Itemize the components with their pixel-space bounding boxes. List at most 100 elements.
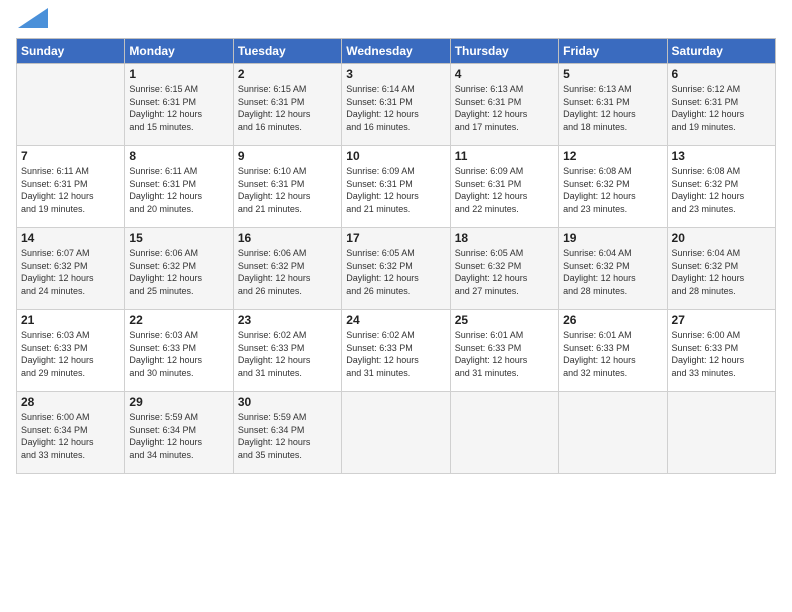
day-info: Sunrise: 6:09 AM Sunset: 6:31 PM Dayligh… — [346, 165, 445, 215]
day-number: 9 — [238, 149, 337, 163]
calendar-table: SundayMondayTuesdayWednesdayThursdayFrid… — [16, 38, 776, 474]
calendar-cell: 6Sunrise: 6:12 AM Sunset: 6:31 PM Daylig… — [667, 64, 775, 146]
calendar-cell: 10Sunrise: 6:09 AM Sunset: 6:31 PM Dayli… — [342, 146, 450, 228]
weekday-header-wednesday: Wednesday — [342, 39, 450, 64]
calendar-cell: 23 Sunrise: 6:02 AM Sunset: 6:33 PM Dayli… — [233, 310, 341, 392]
day-number: 2 — [238, 67, 337, 81]
calendar-cell: 12 Sunrise: 6:08 AM Sunset: 6:32 PM Dayli… — [559, 146, 667, 228]
calendar-cell: 29 Sunrise: 5:59 AM Sunset: 6:34 PM Dayli… — [125, 392, 233, 474]
day-info: Sunrise: 6:03 AM Sunset: 6:33 PM Dayligh… — [21, 329, 120, 379]
weekday-header-monday: Monday — [125, 39, 233, 64]
calendar-cell: 22 Sunrise: 6:03 AM Sunset: 6:33 PM Dayli… — [125, 310, 233, 392]
day-info: Sunrise: 6:15 AM Sunset: 6:31 PM Dayligh… — [238, 83, 337, 133]
week-row-4: 21 Sunrise: 6:03 AM Sunset: 6:33 PM Dayli… — [17, 310, 776, 392]
calendar-cell — [17, 64, 125, 146]
calendar-cell: 18 Sunrise: 6:05 AM Sunset: 6:32 PM Dayli… — [450, 228, 558, 310]
calendar-cell: 27 Sunrise: 6:00 AM Sunset: 6:33 PM Dayli… — [667, 310, 775, 392]
day-info: Sunrise: 6:08 AM Sunset: 6:32 PM Dayligh… — [563, 165, 662, 215]
day-number: 1 — [129, 67, 228, 81]
day-number: 13 — [672, 149, 771, 163]
day-number: 21 — [21, 313, 120, 327]
day-info: Sunrise: 6:15 AM Sunset: 6:31 PM Dayligh… — [129, 83, 228, 133]
day-info: Sunrise: 6:13 AM Sunset: 6:31 PM Dayligh… — [563, 83, 662, 133]
calendar-cell: 2 Sunrise: 6:15 AM Sunset: 6:31 PM Daylig… — [233, 64, 341, 146]
weekday-header-saturday: Saturday — [667, 39, 775, 64]
header-row: SundayMondayTuesdayWednesdayThursdayFrid… — [17, 39, 776, 64]
day-number: 3 — [346, 67, 445, 81]
calendar-cell: 21 Sunrise: 6:03 AM Sunset: 6:33 PM Dayli… — [17, 310, 125, 392]
day-number: 12 — [563, 149, 662, 163]
day-number: 7 — [21, 149, 120, 163]
day-number: 28 — [21, 395, 120, 409]
day-number: 6 — [672, 67, 771, 81]
day-info: Sunrise: 6:10 AM Sunset: 6:31 PM Dayligh… — [238, 165, 337, 215]
day-number: 24 — [346, 313, 445, 327]
day-number: 23 — [238, 313, 337, 327]
day-info: Sunrise: 6:02 AM Sunset: 6:33 PM Dayligh… — [238, 329, 337, 379]
day-info: Sunrise: 6:06 AM Sunset: 6:32 PM Dayligh… — [129, 247, 228, 297]
day-number: 11 — [455, 149, 554, 163]
day-info: Sunrise: 6:01 AM Sunset: 6:33 PM Dayligh… — [455, 329, 554, 379]
day-number: 30 — [238, 395, 337, 409]
logo-arrow-icon — [18, 8, 48, 28]
calendar-cell: 13Sunrise: 6:08 AM Sunset: 6:32 PM Dayli… — [667, 146, 775, 228]
day-number: 5 — [563, 67, 662, 81]
day-info: Sunrise: 6:02 AM Sunset: 6:33 PM Dayligh… — [346, 329, 445, 379]
weekday-header-sunday: Sunday — [17, 39, 125, 64]
day-info: Sunrise: 6:05 AM Sunset: 6:32 PM Dayligh… — [455, 247, 554, 297]
day-info: Sunrise: 6:05 AM Sunset: 6:32 PM Dayligh… — [346, 247, 445, 297]
day-number: 20 — [672, 231, 771, 245]
calendar-cell: 1 Sunrise: 6:15 AM Sunset: 6:31 PM Daylig… — [125, 64, 233, 146]
calendar-cell: 7Sunrise: 6:11 AM Sunset: 6:31 PM Daylig… — [17, 146, 125, 228]
day-info: Sunrise: 6:14 AM Sunset: 6:31 PM Dayligh… — [346, 83, 445, 133]
calendar-cell: 28 Sunrise: 6:00 AM Sunset: 6:34 PM Dayli… — [17, 392, 125, 474]
calendar-cell: 20Sunrise: 6:04 AM Sunset: 6:32 PM Dayli… — [667, 228, 775, 310]
weekday-header-tuesday: Tuesday — [233, 39, 341, 64]
day-number: 18 — [455, 231, 554, 245]
week-row-1: 1 Sunrise: 6:15 AM Sunset: 6:31 PM Daylig… — [17, 64, 776, 146]
day-info: Sunrise: 5:59 AM Sunset: 6:34 PM Dayligh… — [129, 411, 228, 461]
day-number: 29 — [129, 395, 228, 409]
day-number: 25 — [455, 313, 554, 327]
day-number: 22 — [129, 313, 228, 327]
calendar-cell: 5 Sunrise: 6:13 AM Sunset: 6:31 PM Daylig… — [559, 64, 667, 146]
calendar-cell — [342, 392, 450, 474]
day-info: Sunrise: 6:03 AM Sunset: 6:33 PM Dayligh… — [129, 329, 228, 379]
week-row-3: 14 Sunrise: 6:07 AM Sunset: 6:32 PM Dayli… — [17, 228, 776, 310]
day-number: 27 — [672, 313, 771, 327]
day-info: Sunrise: 6:09 AM Sunset: 6:31 PM Dayligh… — [455, 165, 554, 215]
weekday-header-thursday: Thursday — [450, 39, 558, 64]
calendar-cell: 15 Sunrise: 6:06 AM Sunset: 6:32 PM Dayli… — [125, 228, 233, 310]
day-number: 14 — [21, 231, 120, 245]
weekday-header-friday: Friday — [559, 39, 667, 64]
calendar-cell: 14 Sunrise: 6:07 AM Sunset: 6:32 PM Dayli… — [17, 228, 125, 310]
calendar-cell: 26 Sunrise: 6:01 AM Sunset: 6:33 PM Dayli… — [559, 310, 667, 392]
day-number: 26 — [563, 313, 662, 327]
week-row-5: 28 Sunrise: 6:00 AM Sunset: 6:34 PM Dayli… — [17, 392, 776, 474]
calendar-cell — [559, 392, 667, 474]
calendar-cell: 8 Sunrise: 6:11 AM Sunset: 6:31 PM Daylig… — [125, 146, 233, 228]
day-number: 8 — [129, 149, 228, 163]
calendar-cell: 3 Sunrise: 6:14 AM Sunset: 6:31 PM Daylig… — [342, 64, 450, 146]
day-number: 16 — [238, 231, 337, 245]
calendar-cell: 19Sunrise: 6:04 AM Sunset: 6:32 PM Dayli… — [559, 228, 667, 310]
day-info: Sunrise: 5:59 AM Sunset: 6:34 PM Dayligh… — [238, 411, 337, 461]
day-info: Sunrise: 6:00 AM Sunset: 6:34 PM Dayligh… — [21, 411, 120, 461]
day-number: 17 — [346, 231, 445, 245]
day-number: 15 — [129, 231, 228, 245]
calendar-cell — [450, 392, 558, 474]
calendar-cell: 16 Sunrise: 6:06 AM Sunset: 6:32 PM Dayli… — [233, 228, 341, 310]
day-info: Sunrise: 6:06 AM Sunset: 6:32 PM Dayligh… — [238, 247, 337, 297]
calendar-cell: 24 Sunrise: 6:02 AM Sunset: 6:33 PM Dayli… — [342, 310, 450, 392]
day-info: Sunrise: 6:11 AM Sunset: 6:31 PM Dayligh… — [129, 165, 228, 215]
calendar-cell: 4Sunrise: 6:13 AM Sunset: 6:31 PM Daylig… — [450, 64, 558, 146]
day-info: Sunrise: 6:01 AM Sunset: 6:33 PM Dayligh… — [563, 329, 662, 379]
calendar-cell — [667, 392, 775, 474]
logo — [16, 16, 48, 28]
week-row-2: 7 Sunrise: 6:11 AM Sunset: 6:31 PM Daylig… — [17, 146, 776, 228]
day-info: Sunrise: 6:04 AM Sunset: 6:32 PM Dayligh… — [563, 247, 662, 297]
day-info: Sunrise: 6:13 AM Sunset: 6:31 PM Dayligh… — [455, 83, 554, 133]
calendar-cell: 25 Sunrise: 6:01 AM Sunset: 6:33 PM Dayli… — [450, 310, 558, 392]
day-info: Sunrise: 6:00 AM Sunset: 6:33 PM Dayligh… — [672, 329, 771, 379]
day-info: Sunrise: 6:07 AM Sunset: 6:32 PM Dayligh… — [21, 247, 120, 297]
